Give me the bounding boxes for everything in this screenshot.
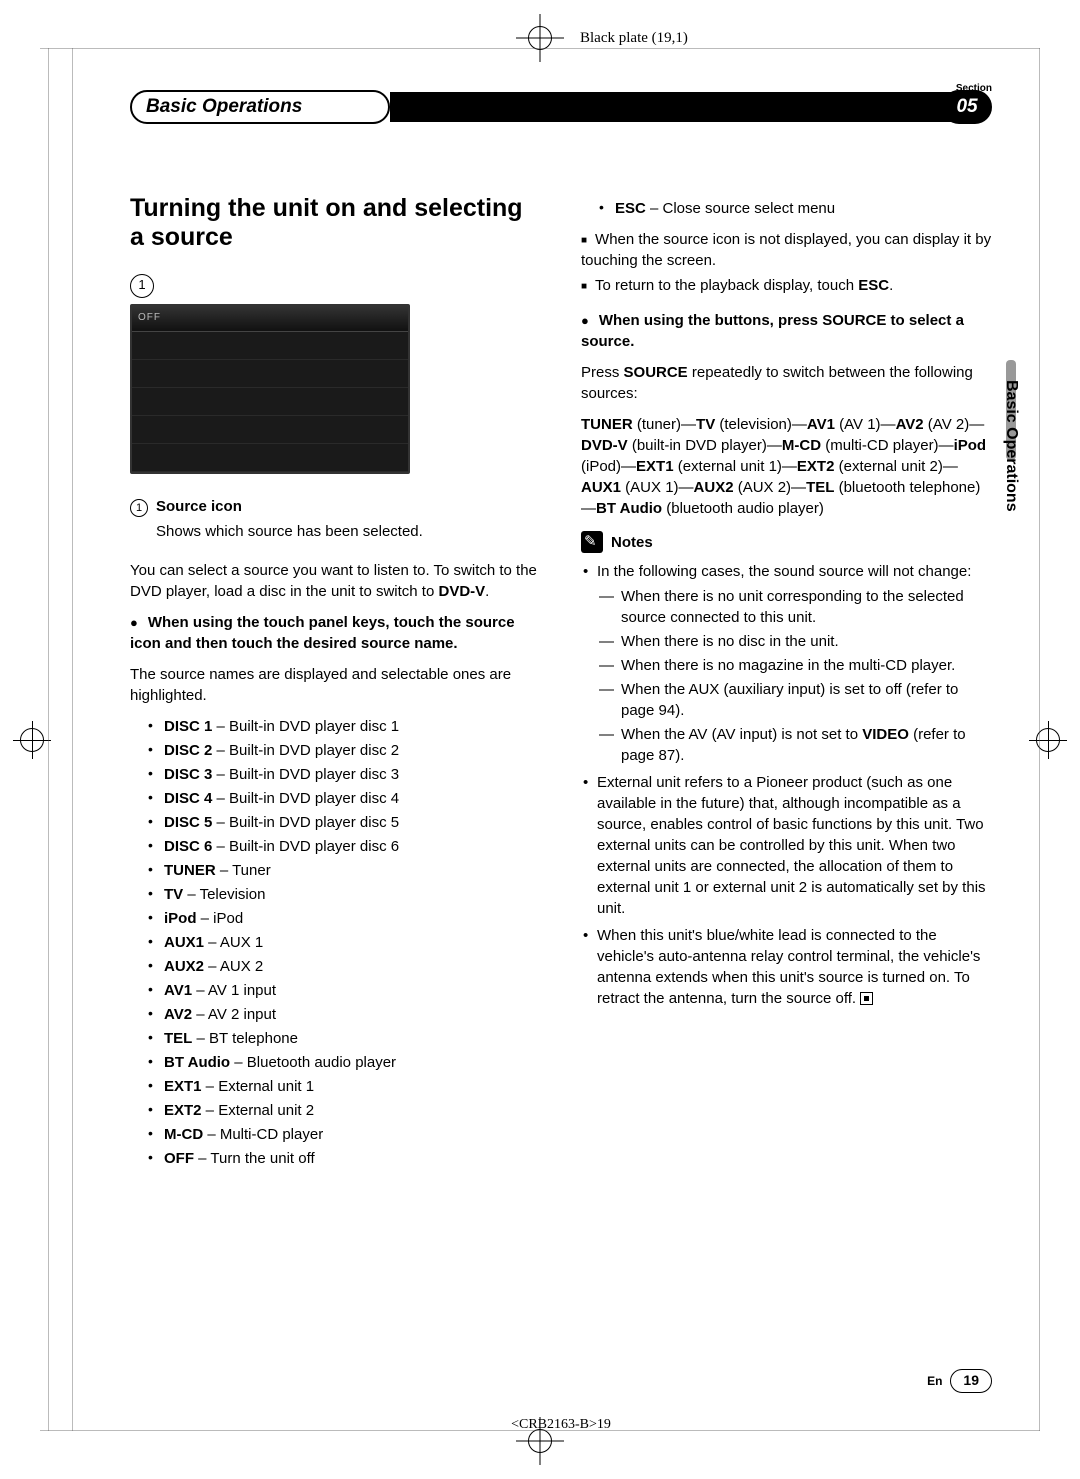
source-icon-label: Source icon xyxy=(156,496,242,517)
note-1-subitem: When the AV (AV input) is not set to VID… xyxy=(621,724,992,766)
source-item: AV2 – AV 2 input xyxy=(164,1004,541,1025)
press-source-text: Press SOURCE repeatedly to switch betwee… xyxy=(581,362,992,404)
source-item: TV – Television xyxy=(164,884,541,905)
trim-line xyxy=(40,48,1040,49)
doc-code: <CRB2163-B>19 xyxy=(511,1415,611,1435)
intro-paragraph: You can select a source you want to list… xyxy=(130,560,541,602)
source-item: BT Audio – Bluetooth audio player xyxy=(164,1052,541,1073)
black-plate-label: Black plate (19,1) xyxy=(580,28,688,49)
trim-line xyxy=(48,48,49,1431)
end-of-section-icon xyxy=(860,992,873,1005)
source-item: EXT2 – External unit 2 xyxy=(164,1100,541,1121)
note-1-subitem: When there is no disc in the unit. xyxy=(621,631,992,652)
header-bar xyxy=(390,92,952,122)
source-item: AUX1 – AUX 1 xyxy=(164,932,541,953)
esc-item: ESC – Close source select menu xyxy=(615,198,992,219)
registration-mark-left xyxy=(20,728,44,752)
hint-esc: To return to the playback display, touch… xyxy=(581,275,992,296)
note-1-subitem: When there is no magazine in the multi-C… xyxy=(621,655,992,676)
touch-heading: When using the touch panel keys, touch t… xyxy=(130,612,541,654)
trim-line xyxy=(1039,48,1040,1431)
notes-icon xyxy=(581,531,603,553)
buttons-heading: When using the buttons, press SOURCE to … xyxy=(581,310,992,352)
source-item: AUX2 – AUX 2 xyxy=(164,956,541,977)
registration-mark-top xyxy=(522,20,558,56)
source-item: DISC 4 – Built-in DVD player disc 4 xyxy=(164,788,541,809)
notes-label: Notes xyxy=(611,532,653,553)
source-item: DISC 2 – Built-in DVD player disc 2 xyxy=(164,740,541,761)
hint-touch-screen: When the source icon is not displayed, y… xyxy=(581,229,992,271)
source-item: iPod – iPod xyxy=(164,908,541,929)
device-screenshot: 1 OFF xyxy=(130,274,430,474)
note-1: In the following cases, the sound source… xyxy=(597,561,992,766)
touch-desc: The source names are displayed and selec… xyxy=(130,664,541,706)
source-item: AV1 – AV 1 input xyxy=(164,980,541,1001)
source-item: DISC 1 – Built-in DVD player disc 1 xyxy=(164,716,541,737)
section-number-pill: 05 xyxy=(942,90,992,124)
source-item: TEL – BT telephone xyxy=(164,1028,541,1049)
callout-1-ref-icon: 1 xyxy=(130,499,148,517)
callout-1-icon: 1 xyxy=(130,274,154,298)
source-item: DISC 6 – Built-in DVD player disc 6 xyxy=(164,836,541,857)
source-item: EXT1 – External unit 1 xyxy=(164,1076,541,1097)
side-tab-label: Basic Operations xyxy=(1000,380,1022,512)
note-1-subitem: When there is no unit corresponding to t… xyxy=(621,586,992,628)
screen-off-label: OFF xyxy=(138,311,161,325)
source-item: TUNER – Tuner xyxy=(164,860,541,881)
source-item: M-CD – Multi-CD player xyxy=(164,1124,541,1145)
note-1-subitem: When the AUX (auxiliary input) is set to… xyxy=(621,679,992,721)
footer-lang: En xyxy=(927,1373,942,1390)
sources-list: DISC 1 – Built-in DVD player disc 1 DISC … xyxy=(130,716,541,1169)
source-icon-desc: Shows which source has been selected. xyxy=(156,521,541,542)
note-3: When this unit's blue/white lead is conn… xyxy=(597,925,992,1009)
source-chain: TUNER (tuner)—TV (television)—AV1 (AV 1)… xyxy=(581,414,992,519)
source-item: OFF – Turn the unit off xyxy=(164,1148,541,1169)
chapter-title-pill: Basic Operations xyxy=(130,90,390,124)
source-item: DISC 5 – Built-in DVD player disc 5 xyxy=(164,812,541,833)
source-item: DISC 3 – Built-in DVD player disc 3 xyxy=(164,764,541,785)
note-2: External unit refers to a Pioneer produc… xyxy=(597,772,992,919)
section-heading: Turning the unit on and selecting a sour… xyxy=(130,194,541,252)
trim-line xyxy=(72,48,73,1431)
footer-page-number: 19 xyxy=(950,1369,992,1393)
